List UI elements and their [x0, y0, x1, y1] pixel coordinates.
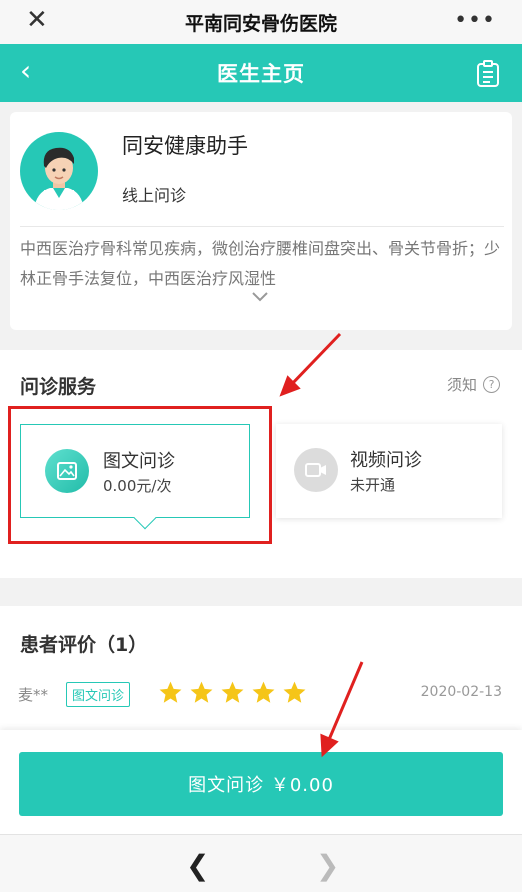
star-icon: [190, 681, 213, 703]
doctor-tag: 线上问诊: [122, 186, 187, 205]
bottom-action-bar: 图文问诊 ￥0.00: [0, 730, 522, 834]
service-name: 图文问诊: [103, 451, 175, 472]
video-icon: [294, 448, 338, 492]
page-title: 平南同安骨伤医院: [184, 12, 337, 35]
browser-forward-icon[interactable]: ❯: [316, 849, 339, 882]
close-icon[interactable]: ✕: [26, 6, 48, 34]
star-icon: [283, 681, 306, 703]
browser-title-bar: ✕ 平南同安骨伤医院 •••: [0, 0, 522, 44]
reviewer-name: 麦**: [18, 686, 49, 704]
service-price: 0.00元/次: [103, 477, 172, 495]
notice-link[interactable]: 须知 ?: [447, 374, 500, 395]
patient-reviews-section: 患者评价（1） 麦** 图文问诊 2020-02-13: [0, 606, 522, 736]
start-consult-button[interactable]: 图文问诊 ￥0.00: [19, 752, 503, 816]
star-icon: [221, 681, 244, 703]
section-title: 患者评价（1）: [20, 634, 148, 656]
browser-back-icon[interactable]: ❮: [186, 849, 209, 882]
doctor-avatar: [20, 132, 98, 210]
doctor-profile-card: 同安健康助手 线上问诊 中西医治疗骨科常见疾病，微创治疗腰椎间盘突出、骨关节骨折…: [10, 112, 512, 330]
more-icon[interactable]: •••: [454, 8, 496, 33]
question-icon: ?: [483, 376, 500, 393]
nav-bar: ‹ 医生主页: [0, 44, 522, 102]
image-icon: [45, 449, 89, 493]
document-list-icon[interactable]: [476, 60, 500, 88]
review-date: 2020-02-13: [420, 684, 502, 700]
doctor-intro: 中西医治疗骨科常见疾病，微创治疗腰椎间盘突出、骨关节骨折；少林正骨手法复位，中西…: [20, 239, 501, 288]
divider: [20, 226, 504, 227]
video-consult-option[interactable]: 视频问诊 未开通: [276, 424, 502, 518]
browser-nav-bar: ❮ ❯: [0, 834, 522, 892]
doctor-name: 同安健康助手: [122, 134, 248, 158]
doctor-avatar-icon: [34, 147, 84, 210]
service-name: 视频问诊: [350, 450, 422, 471]
selection-pointer: [133, 506, 157, 530]
review-service-tag: 图文问诊: [66, 682, 131, 707]
back-chevron-icon[interactable]: ‹: [20, 56, 31, 86]
chevron-down-icon[interactable]: [250, 290, 270, 304]
service-status: 未开通: [350, 476, 396, 494]
image-text-consult-option[interactable]: 图文问诊 0.00元/次: [20, 424, 250, 530]
notice-label: 须知: [446, 376, 477, 394]
rating-stars: [158, 680, 307, 705]
consult-services-section: 问诊服务 须知 ? 图文问诊 0.00元/次 视频问诊 未开通: [0, 350, 522, 578]
section-title: 问诊服务: [20, 376, 97, 398]
star-icon: [252, 681, 275, 703]
star-icon: [159, 681, 182, 703]
nav-title: 医生主页: [217, 62, 305, 86]
